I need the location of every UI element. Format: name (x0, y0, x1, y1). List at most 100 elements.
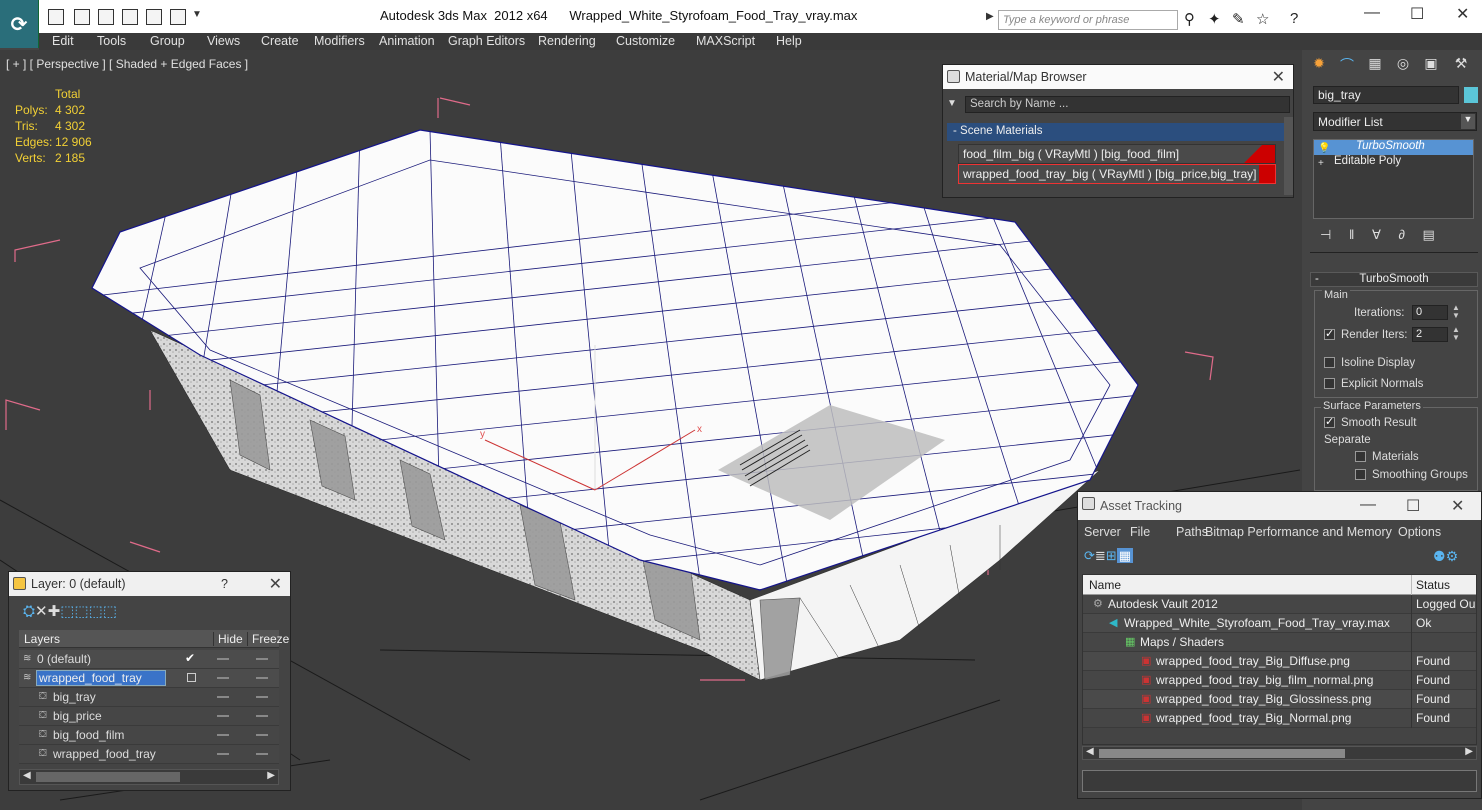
checkbox-unchecked[interactable] (1324, 378, 1335, 390)
new-layer-icon[interactable]: ⛭ (23, 603, 35, 620)
asset-row[interactable]: ⚙ Autodesk Vault 2012 Logged Ou (1083, 595, 1476, 614)
show-end-result-icon[interactable]: ‖ (1349, 227, 1354, 242)
search-input[interactable]: Type a keyword or phrase (998, 10, 1178, 30)
save-file-icon[interactable] (74, 9, 90, 25)
layer-row[interactable]: ≋ 0 (default) ✔ (19, 650, 279, 669)
menu-rendering[interactable]: Rendering (538, 34, 596, 48)
freeze-toggle[interactable] (256, 734, 268, 736)
scroll-left-icon[interactable]: ◀ (1086, 746, 1094, 757)
checkbox-unchecked[interactable] (1355, 451, 1366, 463)
favorites-star-icon[interactable]: ☆ (1256, 10, 1269, 28)
menu-group[interactable]: Group (150, 34, 185, 48)
freeze-toggle[interactable] (256, 677, 268, 679)
menu-customize[interactable]: Customize (616, 34, 675, 48)
new-file-icon[interactable] (98, 9, 114, 25)
modify-tab-icon[interactable]: ⌒ (1338, 55, 1356, 73)
hold-icon[interactable] (122, 9, 138, 25)
vault-settings-icon[interactable]: ⚙ (1446, 548, 1459, 564)
close-icon[interactable]: ✕ (1456, 4, 1469, 24)
col-hide[interactable]: Hide (213, 632, 243, 646)
layer-name[interactable]: big_price (53, 709, 102, 723)
help-button[interactable]: ? (221, 577, 228, 591)
configure-sets-icon[interactable]: ▤ (1423, 227, 1435, 242)
asset-menu-paths[interactable]: Paths (1176, 525, 1208, 539)
asset-menu-file[interactable]: File (1130, 525, 1150, 539)
current-layer-check-icon[interactable]: ✔ (185, 651, 195, 665)
minimize-icon[interactable]: — (1364, 4, 1380, 22)
modifier-list-dropdown[interactable]: Modifier List ▼ (1313, 112, 1477, 131)
asset-menu-bitmap-performance-and-memory[interactable]: Bitmap Performance and Memory (1205, 525, 1392, 539)
asset-hscrollbar[interactable]: ◀ ▶ (1082, 746, 1477, 760)
col-status[interactable]: Status (1411, 575, 1454, 595)
communication-icon[interactable]: ✎ (1232, 10, 1245, 28)
hide-toggle[interactable] (217, 753, 229, 755)
render-iters-spinner[interactable]: 2 (1412, 327, 1448, 342)
material-browser-titlebar[interactable]: Material/Map Browser ✕ (943, 65, 1293, 89)
scroll-thumb[interactable] (36, 772, 180, 782)
col-layers[interactable]: Layers (24, 632, 60, 646)
hierarchy-tab-icon[interactable]: ▦ (1366, 55, 1384, 73)
menu-create[interactable]: Create (261, 34, 299, 48)
hide-toggle[interactable] (217, 677, 229, 679)
layer-row[interactable]: ⛋ big_tray (19, 688, 279, 707)
material-item-selected[interactable]: wrapped_food_tray_big ( VRayMtl ) [big_p… (958, 164, 1276, 184)
freeze-toggle[interactable] (256, 715, 268, 717)
checkbox-unchecked[interactable] (1324, 357, 1335, 369)
menu-tools[interactable]: Tools (97, 34, 126, 48)
menu-help[interactable]: Help (776, 34, 802, 48)
expand-plus-icon[interactable]: + (1318, 158, 1324, 169)
minimize-icon[interactable]: — (1360, 496, 1376, 514)
layer-name[interactable]: 0 (default) (37, 652, 91, 666)
create-tab-icon[interactable]: ✹ (1310, 55, 1328, 73)
menu-animation[interactable]: Animation (379, 34, 435, 48)
stack-item-editable-poly[interactable]: + Editable Poly (1314, 155, 1473, 170)
layer-titlebar[interactable]: Layer: 0 (default) ? ✕ (9, 572, 290, 596)
search-expand-icon[interactable]: ▶ (986, 11, 994, 22)
layer-name[interactable]: wrapped_food_tray (36, 670, 166, 686)
menu-maxscript[interactable]: MAXScript (696, 34, 755, 48)
quick-access-dropdown-icon[interactable]: ▼ (192, 9, 202, 20)
object-color-swatch[interactable] (1464, 87, 1478, 103)
render-iters-checkbox[interactable]: Render Iters: (1324, 327, 1407, 341)
layer-name[interactable]: big_food_film (53, 728, 124, 742)
table-view-icon[interactable]: ▦ (1116, 548, 1134, 563)
hide-toggle[interactable] (217, 696, 229, 698)
checkbox-checked[interactable] (1324, 327, 1335, 341)
layer-row[interactable]: ≋ wrapped_food_tray (19, 669, 279, 688)
smoothing-groups-checkbox[interactable]: Smoothing Groups (1355, 469, 1468, 481)
subscription-icon[interactable]: ✦ (1208, 10, 1221, 28)
turbosmooth-rollout-header[interactable]: - TurboSmooth (1310, 272, 1478, 287)
close-icon[interactable]: ✕ (1272, 67, 1285, 87)
asset-menu-options[interactable]: Options (1398, 525, 1441, 539)
object-name-field[interactable]: big_tray (1313, 86, 1459, 104)
asset-row[interactable]: ◀ Wrapped_White_Styrofoam_Food_Tray_vray.… (1083, 614, 1476, 633)
asset-row[interactable]: ▣ wrapped_food_tray_big_film_normal.png Fo… (1083, 671, 1476, 690)
col-freeze[interactable]: Freeze (247, 632, 289, 646)
undo-icon[interactable] (146, 9, 162, 25)
checkbox-unchecked[interactable] (1355, 469, 1366, 481)
freeze-toggle[interactable] (256, 658, 268, 660)
delete-layer-icon[interactable]: ✕ (35, 603, 48, 620)
asset-row[interactable]: ▦ Maps / Shaders (1083, 633, 1476, 652)
scene-materials-group[interactable]: - Scene Materials (947, 123, 1284, 141)
scroll-thumb[interactable] (1099, 749, 1345, 758)
add-to-layer-icon[interactable]: ✚ (48, 603, 61, 620)
close-icon[interactable]: ✕ (269, 574, 282, 594)
layer-hscrollbar[interactable]: ◀ ▶ (19, 769, 279, 785)
app-logo-icon[interactable]: ⟳ (0, 0, 39, 48)
open-file-icon[interactable] (48, 9, 64, 25)
help-icon[interactable]: ? (1290, 10, 1298, 27)
explicit-normals-checkbox[interactable]: Explicit Normals (1324, 378, 1423, 390)
hide-toggle[interactable] (217, 658, 229, 660)
set-current-layer-icon[interactable] (187, 673, 196, 682)
scroll-right-icon[interactable]: ▶ (267, 770, 275, 781)
motion-tab-icon[interactable]: ◎ (1394, 55, 1412, 73)
material-item[interactable]: food_film_big ( VRayMtl ) [big_food_film… (958, 144, 1276, 164)
layer-row[interactable]: ⛋ wrapped_food_tray (19, 745, 279, 764)
select-objects-icon[interactable]: ⬚ (60, 603, 74, 620)
utilities-tab-icon[interactable]: ⚒ (1452, 55, 1470, 73)
refresh-icon[interactable]: ⟳ (1084, 548, 1095, 563)
browser-search-input[interactable]: Search by Name ... (965, 96, 1290, 113)
materials-checkbox[interactable]: Materials (1355, 451, 1419, 463)
freeze-toggle[interactable] (256, 696, 268, 698)
